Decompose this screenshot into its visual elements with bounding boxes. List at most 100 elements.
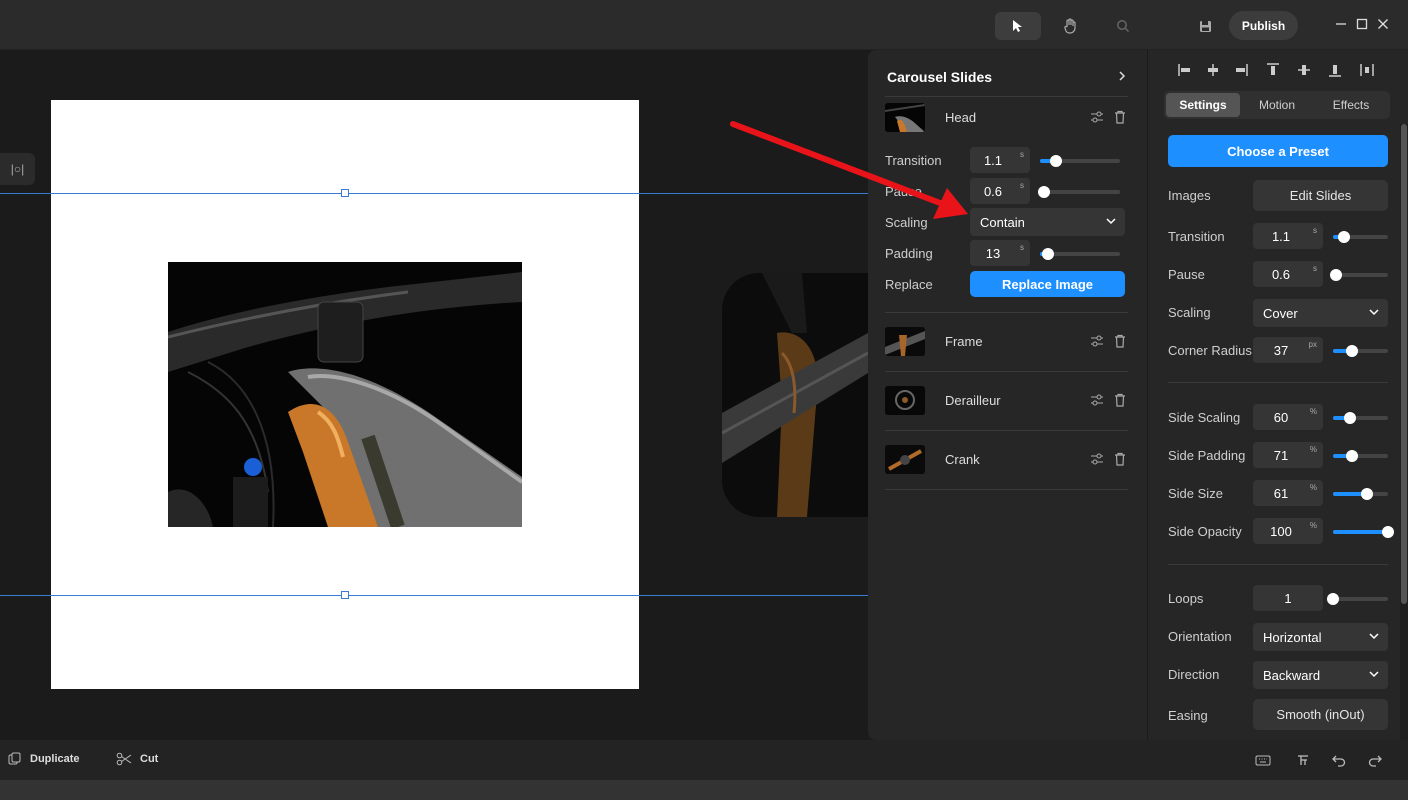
minimize-button[interactable]	[1331, 14, 1351, 34]
transition-input[interactable]: 1.1 s	[970, 147, 1030, 173]
sliders-icon[interactable]	[1089, 333, 1105, 349]
trash-icon[interactable]	[1112, 333, 1128, 349]
transition-slider[interactable]	[1040, 155, 1120, 167]
hand-tool-button[interactable]	[1048, 12, 1094, 40]
minimize-icon	[1336, 23, 1346, 25]
slide-row-crank[interactable]: Crank	[885, 443, 1128, 475]
cut-button[interactable]: Cut	[116, 752, 158, 766]
slide-row-frame[interactable]: Frame	[885, 325, 1128, 357]
slider-knob[interactable]	[1327, 593, 1339, 605]
padding-input[interactable]: 13 s	[970, 240, 1030, 266]
sliders-icon[interactable]	[1089, 109, 1105, 125]
align-middle-vertical-icon[interactable]	[1295, 61, 1313, 79]
corner-radius-input[interactable]: 37 px	[1253, 337, 1323, 363]
slide-thumbnail	[885, 386, 925, 415]
images-label: Images	[1168, 188, 1211, 203]
orientation-select[interactable]: Horizontal	[1253, 623, 1388, 651]
undo-icon[interactable]	[1331, 752, 1347, 768]
slide-name: Frame	[945, 334, 983, 349]
scissors-icon	[116, 752, 132, 766]
slider-knob[interactable]	[1343, 412, 1356, 424]
inspector-scrollbar[interactable]	[1400, 124, 1408, 740]
align-bottom-icon[interactable]	[1326, 61, 1344, 79]
slider-knob[interactable]	[1346, 345, 1359, 357]
inspector-panel: Settings Motion Effects Choose a Preset …	[1148, 50, 1408, 740]
transition-input[interactable]: 1.1 s	[1253, 223, 1323, 249]
trash-icon[interactable]	[1112, 451, 1128, 467]
corner-radius-slider[interactable]	[1333, 345, 1388, 357]
edit-slides-button[interactable]: Edit Slides	[1253, 180, 1388, 211]
pause-input[interactable]: 0.6 s	[1253, 261, 1323, 287]
slider-knob[interactable]	[1329, 269, 1342, 281]
side-size-input[interactable]: 61%	[1253, 480, 1323, 506]
side-padding-slider[interactable]	[1333, 450, 1388, 462]
search-icon	[1117, 20, 1130, 33]
tab-effects[interactable]: Effects	[1314, 93, 1388, 117]
tab-motion[interactable]: Motion	[1240, 93, 1314, 117]
resize-handle-top[interactable]	[341, 189, 349, 197]
direction-select[interactable]: Backward	[1253, 661, 1388, 689]
tab-settings[interactable]: Settings	[1166, 93, 1240, 117]
bike-head-image[interactable]	[168, 262, 522, 527]
publish-button[interactable]: Publish	[1229, 11, 1298, 40]
scrollbar-thumb[interactable]	[1401, 124, 1407, 604]
slider-knob[interactable]	[1042, 248, 1054, 260]
redo-icon[interactable]	[1367, 752, 1383, 768]
duplicate-button[interactable]: Duplicate	[8, 752, 80, 766]
side-scaling-input[interactable]: 60%	[1253, 404, 1323, 430]
side-size-slider[interactable]	[1333, 488, 1388, 500]
orientation-label: Orientation	[1168, 629, 1232, 644]
easing-button[interactable]: Smooth (inOut)	[1253, 699, 1388, 730]
padding-slider[interactable]	[1040, 248, 1120, 260]
side-padding-input[interactable]: 71%	[1253, 442, 1323, 468]
side-slide-preview[interactable]	[722, 273, 868, 517]
trash-icon[interactable]	[1112, 392, 1128, 408]
transition-slider[interactable]	[1333, 231, 1388, 243]
align-right-icon[interactable]	[1232, 61, 1250, 79]
chevron-right-icon[interactable]	[1117, 70, 1127, 82]
trash-icon[interactable]	[1112, 109, 1128, 125]
align-top-icon[interactable]	[1264, 61, 1282, 79]
format-icon[interactable]	[1295, 752, 1311, 768]
replace-image-button[interactable]: Replace Image	[970, 271, 1125, 297]
bottom-toolbar: Duplicate Cut	[0, 740, 1408, 780]
select-tool-button[interactable]	[995, 12, 1041, 40]
side-panel-toggle[interactable]: |○|	[0, 153, 35, 185]
loops-input[interactable]: 1	[1253, 585, 1323, 611]
scaling-select[interactable]: Contain	[970, 208, 1125, 236]
pause-slider[interactable]	[1329, 269, 1388, 281]
choose-preset-button[interactable]: Choose a Preset	[1168, 135, 1388, 167]
scaling-select[interactable]: Cover	[1253, 299, 1388, 327]
save-icon	[1199, 20, 1211, 32]
divider	[885, 430, 1128, 431]
slide-row-derailleur[interactable]: Derailleur	[885, 384, 1128, 416]
pause-input[interactable]: 0.6 s	[970, 178, 1030, 204]
side-opacity-slider[interactable]	[1333, 526, 1394, 538]
maximize-button[interactable]	[1352, 14, 1372, 34]
slide-thumbnail	[885, 327, 925, 356]
distribute-horizontal-icon[interactable]	[1358, 61, 1376, 79]
slider-knob[interactable]	[1050, 155, 1062, 167]
loops-slider[interactable]	[1327, 593, 1388, 605]
top-toolbar: Publish	[0, 0, 1408, 50]
slider-knob[interactable]	[1360, 488, 1373, 500]
slider-knob[interactable]	[1346, 450, 1359, 462]
pause-slider[interactable]	[1038, 186, 1120, 198]
side-opacity-input[interactable]: 100%	[1253, 518, 1323, 544]
slider-knob[interactable]	[1382, 526, 1394, 538]
align-left-icon[interactable]	[1176, 61, 1194, 79]
side-scaling-slider[interactable]	[1333, 412, 1388, 424]
sliders-icon[interactable]	[1089, 451, 1105, 467]
resize-handle-bottom[interactable]	[341, 591, 349, 599]
selection-guide-bottom	[0, 595, 868, 596]
easing-label: Easing	[1168, 708, 1208, 723]
slide-thumbnail	[885, 445, 925, 474]
zoom-tool-button[interactable]	[1100, 12, 1146, 40]
slider-knob[interactable]	[1338, 231, 1350, 243]
slider-knob[interactable]	[1038, 186, 1050, 198]
align-center-horizontal-icon[interactable]	[1204, 61, 1222, 79]
keyboard-icon[interactable]	[1255, 752, 1271, 768]
sliders-icon[interactable]	[1089, 392, 1105, 408]
save-button[interactable]	[1182, 12, 1228, 40]
close-window-button[interactable]	[1373, 14, 1393, 34]
